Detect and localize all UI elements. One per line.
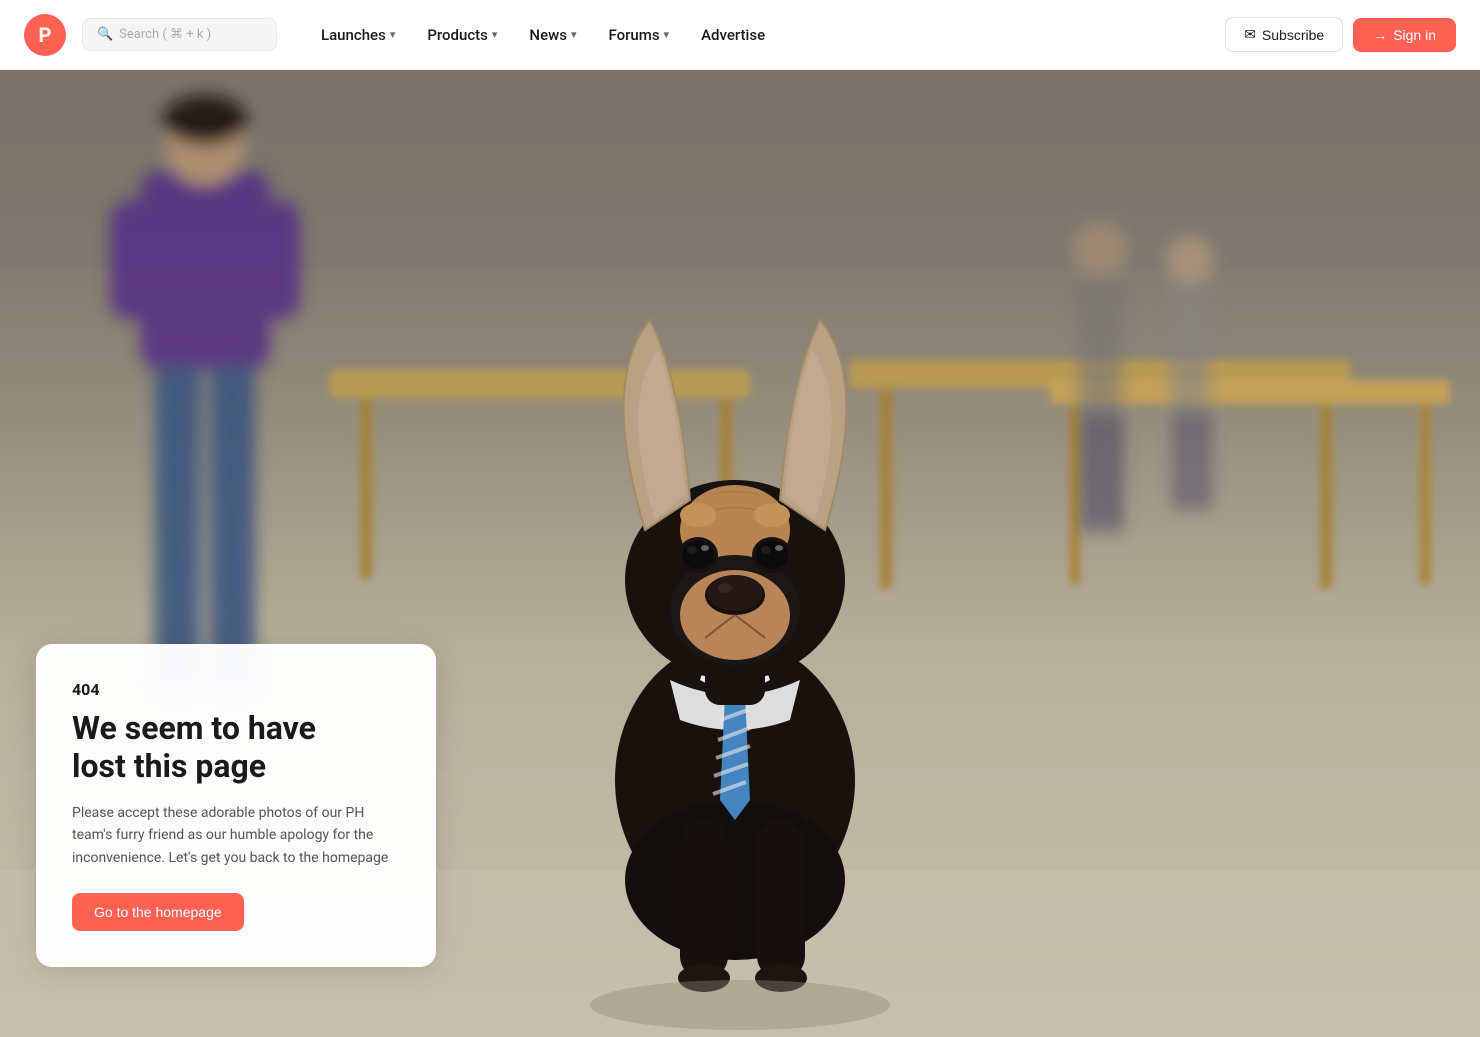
chevron-down-icon: ▾ (571, 28, 577, 41)
subscribe-button[interactable]: ✉ Subscribe (1225, 17, 1343, 52)
nav-links: Launches ▾ Products ▾ News ▾ Forums ▾ Ad… (305, 18, 1217, 52)
signin-label: Sign in (1393, 27, 1436, 43)
signin-button[interactable]: → Sign in (1353, 18, 1456, 52)
subscribe-icon: ✉ (1244, 26, 1256, 43)
signin-icon: → (1373, 27, 1387, 43)
nav-actions: ✉ Subscribe → Sign in (1225, 17, 1456, 52)
error-code: 404 (72, 680, 400, 699)
error-card: 404 We seem to have lost this page Pleas… (36, 644, 436, 967)
chevron-down-icon: ▾ (492, 28, 498, 41)
chevron-down-icon: ▾ (390, 28, 396, 41)
search-bar[interactable]: 🔍 Search ( ⌘ + k ) (82, 18, 277, 51)
nav-link-products[interactable]: Products ▾ (411, 18, 513, 52)
nav-link-launches[interactable]: Launches ▾ (305, 18, 411, 52)
nav-link-news[interactable]: News ▾ (513, 18, 592, 52)
nav-link-advertise[interactable]: Advertise (685, 18, 781, 52)
search-placeholder-text: Search ( ⌘ + k ) (119, 27, 211, 42)
subscribe-label: Subscribe (1262, 27, 1324, 43)
chevron-down-icon: ▾ (664, 28, 670, 41)
go-to-homepage-button[interactable]: Go to the homepage (72, 893, 244, 931)
logo[interactable]: P (24, 14, 66, 56)
search-icon: 🔍 (97, 27, 113, 42)
logo-letter: P (39, 23, 52, 47)
error-title: We seem to have lost this page (72, 709, 400, 786)
navbar: P 🔍 Search ( ⌘ + k ) Launches ▾ Products… (0, 0, 1480, 70)
error-description: Please accept these adorable photos of o… (72, 802, 400, 869)
nav-link-forums[interactable]: Forums ▾ (592, 18, 685, 52)
